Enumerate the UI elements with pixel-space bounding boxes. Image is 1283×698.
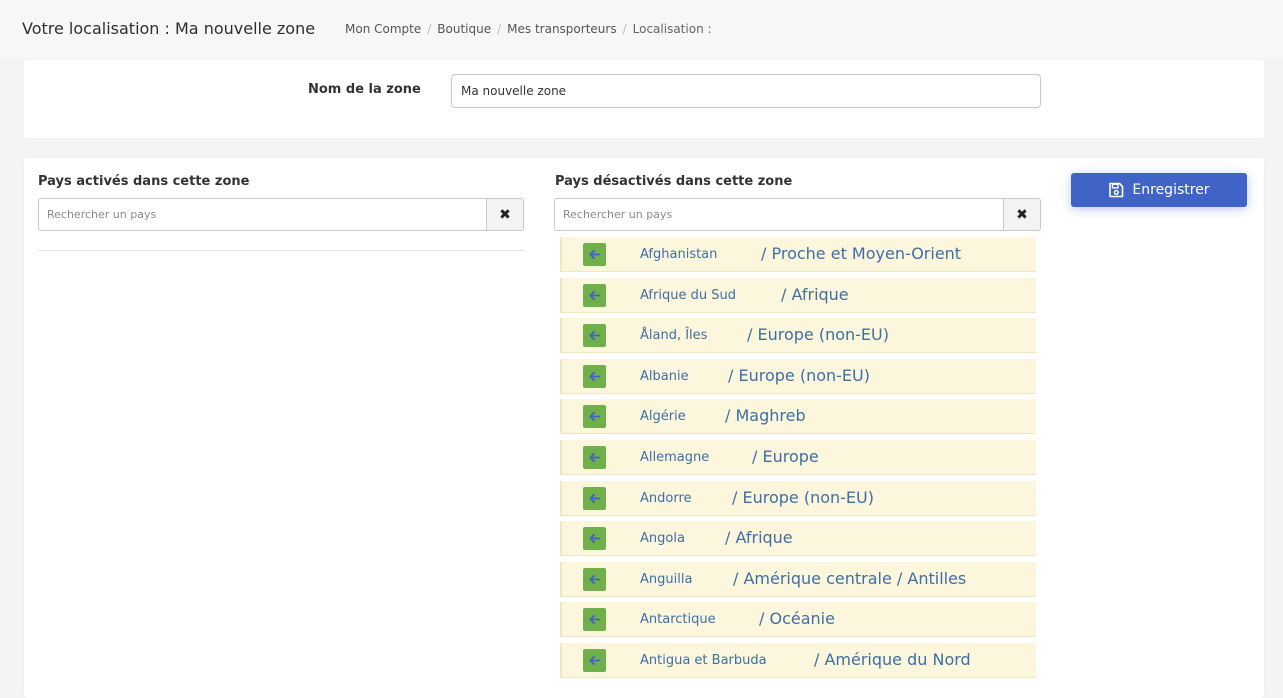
active-search-input[interactable]: [39, 199, 486, 230]
active-search-box: ✖: [38, 198, 524, 231]
country-name: Angola: [640, 531, 685, 547]
breadcrumb-localisation: Localisation :: [632, 22, 712, 36]
arrow-left-icon: [589, 534, 601, 544]
activate-country-button[interactable]: [583, 243, 606, 266]
save-button-label: Enregistrer: [1132, 182, 1210, 198]
arrow-left-icon: [589, 615, 601, 625]
activate-country-button[interactable]: [583, 364, 606, 388]
country-name: Afrique du Sud: [640, 287, 736, 303]
country-name: Afghanistan: [640, 247, 718, 262]
country-name: Åland, Îles: [640, 328, 708, 344]
country-region: / Afrique: [781, 284, 849, 304]
country-row: Antarctique / Océanie: [560, 602, 1036, 638]
arrow-left-icon: [589, 412, 601, 422]
inactive-countries-title: Pays désactivés dans cette zone: [555, 174, 793, 189]
active-countries-title: Pays activés dans cette zone: [38, 174, 250, 189]
country-name: Albanie: [640, 368, 689, 384]
country-row: Åland, Îles / Europe (non-EU): [560, 318, 1036, 354]
save-button[interactable]: Enregistrer: [1071, 173, 1247, 207]
breadcrumb: Mon Compte / Boutique / Mes transporteur…: [345, 22, 712, 36]
activate-country-button[interactable]: [583, 648, 606, 672]
activate-country-button[interactable]: [583, 608, 606, 632]
activate-country-button[interactable]: [583, 486, 606, 510]
inactive-search-input[interactable]: [555, 199, 1003, 230]
arrow-left-icon: [589, 290, 601, 300]
country-row: Angola / Afrique: [560, 521, 1036, 557]
country-name: Antigua et Barbuda: [640, 652, 767, 668]
arrow-left-icon: [589, 331, 601, 341]
country-region: / Amérique centrale / Antilles: [733, 568, 967, 588]
country-name: Allemagne: [640, 449, 710, 465]
active-list-divider: [38, 250, 525, 251]
country-row: Afrique du Sud / Afrique: [560, 277, 1036, 313]
arrow-left-icon: [589, 493, 601, 503]
breadcrumb-mon-compte[interactable]: Mon Compte: [345, 22, 421, 36]
country-row: Anguilla / Amérique centrale / Antilles: [560, 561, 1036, 597]
activate-country-button[interactable]: [583, 445, 606, 469]
country-name: Antarctique: [640, 612, 716, 628]
zone-name-label: Nom de la zone: [308, 82, 421, 97]
zone-name-input[interactable]: [451, 74, 1041, 108]
country-region: / Maghreb: [725, 406, 806, 426]
arrow-left-icon: [589, 371, 601, 381]
active-search-clear-button[interactable]: ✖: [486, 199, 523, 230]
country-region: / Europe (non-EU): [728, 365, 870, 385]
breadcrumb-mes-transporteurs[interactable]: Mes transporteurs: [507, 22, 616, 36]
country-row: Albanie / Europe (non-EU): [560, 358, 1036, 394]
country-row: Afghanistan / Proche et Moyen-Orient: [560, 237, 1036, 272]
breadcrumb-separator: /: [622, 22, 627, 36]
country-region: / Amérique du Nord: [814, 649, 971, 669]
arrow-left-icon: [589, 452, 601, 463]
inactive-countries-list: Afghanistan / Proche et Moyen-Orient Afriq…: [560, 237, 1036, 684]
country-region: / Afrique: [725, 528, 793, 548]
country-name: Algérie: [640, 409, 686, 425]
country-region: / Europe (non-EU): [732, 487, 874, 507]
activate-country-button[interactable]: [583, 405, 606, 429]
country-row: Antigua et Barbuda / Amérique du Nord: [560, 642, 1036, 678]
country-row: Allemagne / Europe: [560, 439, 1036, 475]
arrow-left-icon: [589, 655, 601, 666]
activate-country-button[interactable]: [583, 567, 606, 591]
country-row: Algérie / Maghreb: [560, 399, 1036, 435]
activate-country-button[interactable]: [583, 324, 606, 348]
breadcrumb-separator: /: [427, 22, 432, 36]
floppy-disk-icon: [1109, 182, 1124, 198]
inactive-search-box: ✖: [554, 198, 1041, 231]
activate-country-button[interactable]: [583, 527, 606, 551]
country-name: Andorre: [640, 490, 692, 506]
page-title: Votre localisation : Ma nouvelle zone: [22, 19, 316, 38]
country-name: Anguilla: [640, 571, 693, 587]
inactive-search-clear-button[interactable]: ✖: [1003, 199, 1040, 230]
country-region: / Océanie: [759, 609, 835, 629]
arrow-left-icon: [589, 574, 601, 584]
country-region: / Europe (non-EU): [747, 325, 889, 345]
breadcrumb-separator: /: [497, 22, 502, 36]
country-region: / Europe: [752, 446, 819, 466]
activate-country-button[interactable]: [583, 283, 606, 307]
arrow-left-icon: [589, 249, 601, 260]
country-row: Andorre / Europe (non-EU): [560, 480, 1036, 516]
country-region: / Proche et Moyen-Orient: [761, 244, 962, 263]
breadcrumb-boutique[interactable]: Boutique: [437, 22, 491, 36]
